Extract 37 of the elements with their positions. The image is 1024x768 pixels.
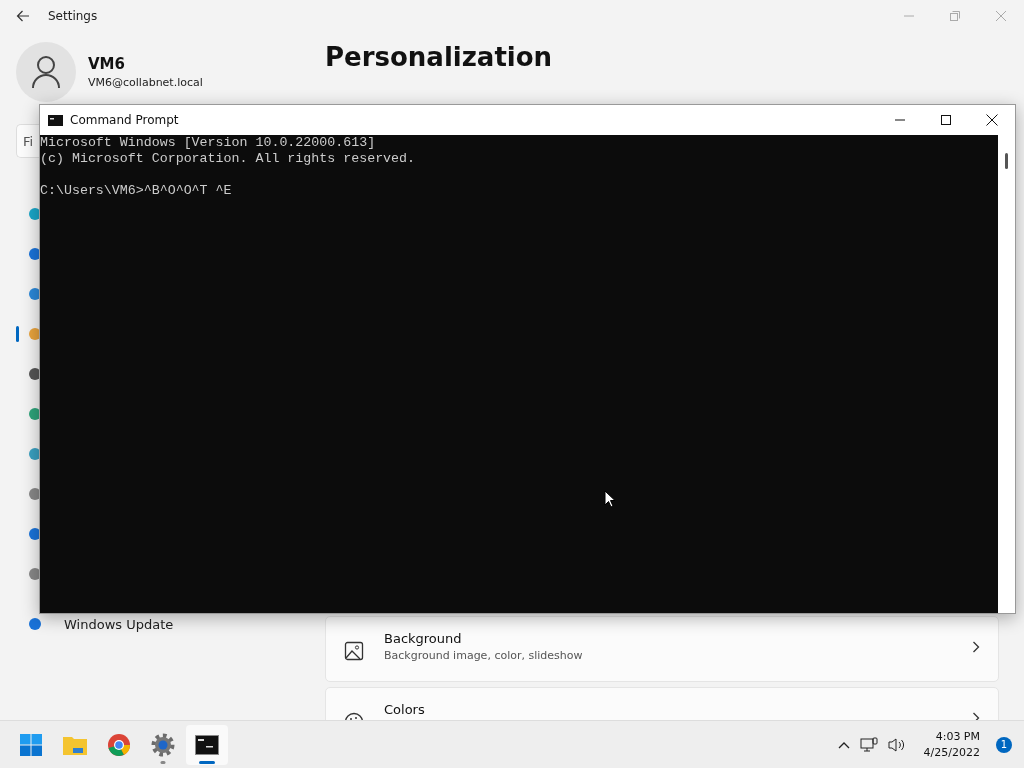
sidebar-item[interactable]: Windows Update: [64, 616, 174, 632]
clock-time[interactable]: 4:03 PM: [935, 728, 980, 745]
card-title: Colors: [384, 702, 426, 717]
settings-card[interactable]: Background Background image, color, slideshow: [325, 616, 999, 682]
window-title: Command Prompt: [70, 113, 179, 127]
terminal-icon: [195, 734, 219, 755]
person-icon: [31, 55, 61, 89]
chevron-right-icon: [972, 641, 980, 653]
console-line: (c) Microsoft Corporation. All rights reserved.: [40, 151, 417, 167]
image-icon: [344, 641, 364, 661]
network-icon[interactable]: [859, 736, 878, 753]
volume-icon[interactable]: [887, 736, 906, 753]
gear-icon: [150, 731, 176, 758]
console-line: Microsoft Windows [Version 10.0.22000.613]: [40, 135, 377, 151]
search-field[interactable]: Fi: [16, 124, 39, 158]
back-arrow-icon[interactable]: [16, 10, 30, 22]
close-icon: [986, 114, 998, 126]
card-subtitle: Background image, color, slideshow: [384, 649, 584, 662]
windows-icon: [19, 732, 43, 757]
browser-icon: [107, 732, 131, 757]
user-name: VM6: [88, 55, 126, 73]
card-title: Background: [384, 631, 463, 646]
user-email: VM6@collabnet.local: [88, 76, 203, 89]
settings-card[interactable]: Colors: [325, 687, 999, 720]
taskbar-app[interactable]: [186, 724, 228, 765]
terminal-icon: [48, 114, 63, 126]
window-title: Settings: [48, 9, 98, 23]
page-title: Personalization: [325, 42, 554, 74]
console-prompt: C:\Users\VM6>^B^O^O^T ^E: [40, 183, 233, 199]
mouse-cursor-icon: [604, 490, 616, 508]
restore-icon: [950, 11, 960, 21]
scrollbar[interactable]: [998, 135, 1015, 613]
maximize-icon: [941, 115, 951, 125]
close-icon: [996, 11, 1006, 21]
clock-date[interactable]: 4/25/2022: [923, 744, 980, 761]
notification-badge[interactable]: 1: [996, 736, 1012, 753]
chevron-up-icon[interactable]: [837, 740, 850, 749]
